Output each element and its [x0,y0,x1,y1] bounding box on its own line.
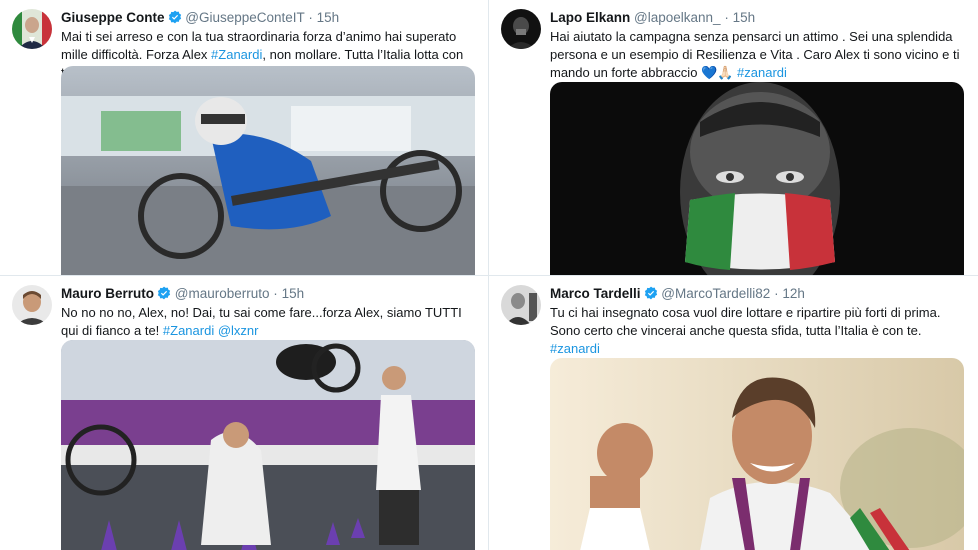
timestamp[interactable]: 15h [317,10,340,25]
tweet-giuseppe-conte[interactable]: Giuseppe Conte @GiuseppeConteIT · 15h Ma… [0,0,489,275]
emoji: 💙🙏🏻 [701,65,734,80]
tweet-header: Lapo Elkann @lapoelkann_ · 15h [550,9,968,27]
hashtag-link[interactable]: #Zanardi [163,323,214,338]
separator: · [308,10,313,25]
mention-link[interactable]: @lxznr [218,323,259,338]
tweet-image[interactable] [61,340,475,550]
author-name[interactable]: Lapo Elkann [550,10,630,25]
hashtag-link[interactable]: #Zanardi [211,47,262,62]
timestamp[interactable]: 15h [282,286,305,301]
author-name[interactable]: Marco Tardelli [550,286,641,301]
tweet-lapo-elkann[interactable]: Lapo Elkann @lapoelkann_ · 15h Hai aiuta… [489,0,978,275]
tweet-header: Mauro Berruto @mauroberruto · 15h [61,285,478,303]
verified-badge-icon [644,286,657,300]
avatar[interactable] [12,9,52,49]
author-handle[interactable]: @GiuseppeConteIT [185,10,304,25]
author-handle[interactable]: @MarcoTardelli82 [661,286,770,301]
author-handle[interactable]: @lapoelkann_ [634,10,721,25]
tweet-image[interactable] [61,66,475,275]
avatar[interactable] [501,9,541,49]
verified-badge-icon [157,286,171,300]
tweet-header: Giuseppe Conte @GiuseppeConteIT · 15h [61,9,478,27]
avatar[interactable] [501,285,541,325]
avatar[interactable] [12,285,52,325]
separator: · [724,10,729,25]
hashtag-link[interactable]: #zanardi [733,65,787,80]
author-handle[interactable]: @mauroberruto [175,286,270,301]
tweet-mauro-berruto[interactable]: Mauro Berruto @mauroberruto · 15h No no … [0,275,489,550]
author-name[interactable]: Mauro Berruto [61,286,154,301]
tweet-header: Marco Tardelli @MarcoTardelli82 · 12h [550,285,968,303]
hashtag-link[interactable]: #zanardi [550,341,600,356]
tweet-image[interactable] [550,82,964,275]
tweet-text: Hai aiutato la campagna senza pensarci u… [550,29,960,80]
tweet-text: No no no no, Alex, no! Dai, tu sai come … [61,305,462,338]
verified-badge-icon [168,10,181,24]
timestamp[interactable]: 12h [782,286,805,301]
tweet-image[interactable] [550,358,964,550]
separator: · [273,286,278,301]
tweet-text: Tu ci hai insegnato cosa vuol dire lotta… [550,305,941,356]
author-name[interactable]: Giuseppe Conte [61,10,165,25]
timestamp[interactable]: 15h [733,10,756,25]
tweet-marco-tardelli[interactable]: Marco Tardelli @MarcoTardelli82 · 12h Tu… [489,275,978,550]
separator: · [774,286,779,301]
